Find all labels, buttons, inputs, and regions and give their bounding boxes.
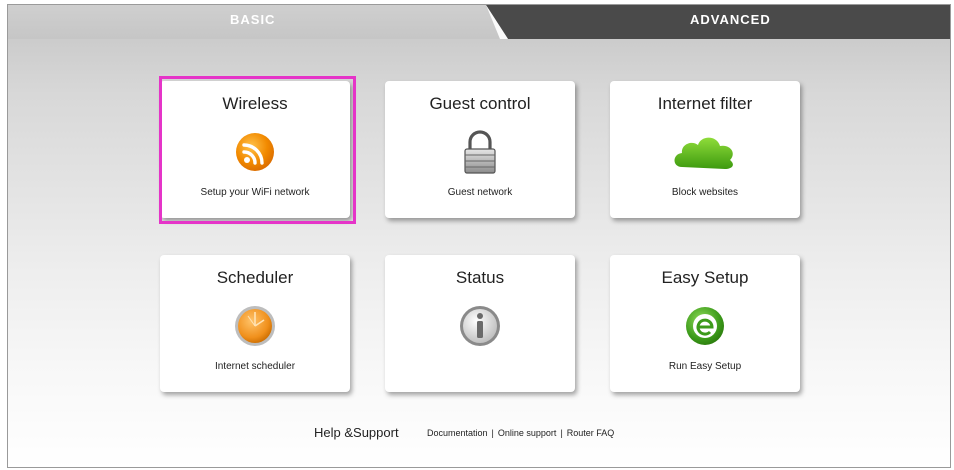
tile-subtitle: Setup your WiFi network bbox=[200, 187, 310, 198]
tile-subtitle: Run Easy Setup bbox=[668, 361, 742, 372]
tile-internet-filter[interactable]: Internet filter Block websites bbox=[610, 81, 800, 218]
tile-title: Easy Setup bbox=[661, 268, 749, 287]
tile-title: Guest control bbox=[429, 94, 531, 113]
tile-guest-control[interactable]: Guest control Guest network bbox=[385, 81, 575, 218]
online-support-link[interactable]: Online support bbox=[498, 428, 557, 438]
info-icon bbox=[455, 301, 505, 351]
tile-subtitle: Block websites bbox=[671, 187, 739, 198]
tile-title: Status bbox=[455, 268, 505, 287]
clock-icon bbox=[230, 301, 280, 351]
tile-wireless[interactable]: Wireless Setup your WiFi network bbox=[160, 81, 350, 218]
easy-setup-e-icon bbox=[680, 301, 730, 351]
wifi-signal-icon bbox=[230, 127, 280, 177]
tile-subtitle: Guest network bbox=[447, 187, 513, 198]
link-separator: | bbox=[491, 428, 494, 438]
tile-scheduler[interactable]: Scheduler Internet scheduler bbox=[160, 255, 350, 392]
help-support-label: Help &Support bbox=[314, 425, 399, 440]
router-faq-link[interactable]: Router FAQ bbox=[567, 428, 615, 438]
tile-easy-setup[interactable]: Easy Setup Run Easy Setup bbox=[610, 255, 800, 392]
cloud-icon bbox=[670, 127, 740, 177]
tile-title: Scheduler bbox=[216, 268, 294, 287]
link-separator: | bbox=[560, 428, 563, 438]
router-admin-frame: BASIC ADVANCED Wireless Setup your WiFi … bbox=[7, 4, 951, 468]
tab-basic[interactable]: BASIC bbox=[8, 5, 508, 39]
tile-status[interactable]: Status bbox=[385, 255, 575, 392]
tile-title: Internet filter bbox=[657, 94, 753, 113]
padlock-icon bbox=[455, 127, 505, 177]
tab-basic-label: BASIC bbox=[230, 12, 276, 27]
tab-bar: BASIC ADVANCED bbox=[8, 5, 950, 41]
tab-advanced-label: ADVANCED bbox=[690, 12, 771, 27]
tab-advanced[interactable]: ADVANCED bbox=[486, 5, 950, 39]
footer: Help &Support Documentation | Online suppo… bbox=[8, 423, 950, 443]
footer-links: Documentation | Online support | Router FAQ bbox=[427, 428, 614, 438]
tile-title: Wireless bbox=[222, 94, 288, 113]
documentation-link[interactable]: Documentation bbox=[427, 428, 488, 438]
tile-subtitle: Internet scheduler bbox=[214, 361, 296, 372]
